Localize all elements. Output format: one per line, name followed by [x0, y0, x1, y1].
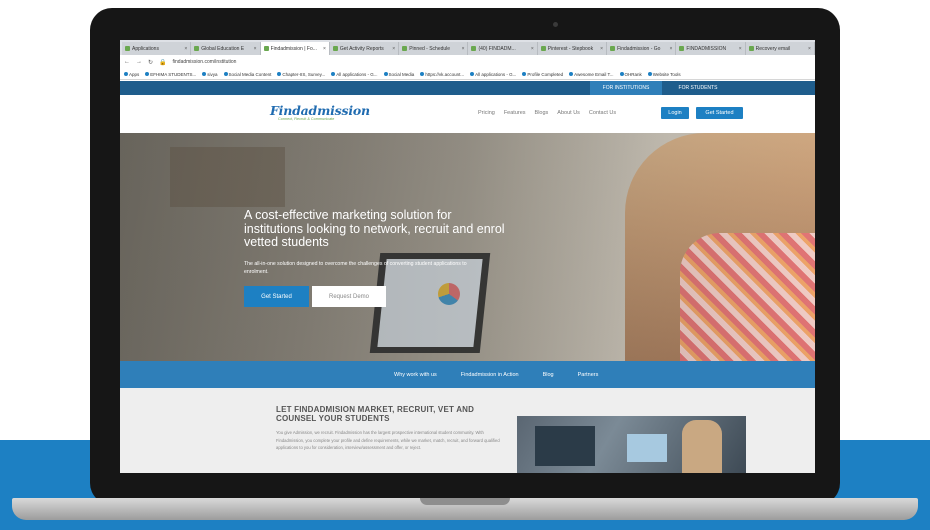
- bookmark-icon: [647, 72, 652, 77]
- forward-arrow-icon[interactable]: →: [136, 59, 142, 65]
- tab-favicon-icon: [402, 46, 408, 51]
- tab-favicon-icon: [679, 46, 685, 51]
- browser-tab[interactable]: Get Activity Reports ×: [329, 42, 400, 55]
- bookmark-icon: [420, 72, 425, 77]
- bookmark-icon: [331, 72, 336, 77]
- audience-switch-bar: FOR INSTITUTIONS FOR STUDENTS: [120, 81, 815, 95]
- bookmarks-bar: Apps EFHIMA STUDENTS... sivya Social Med…: [120, 69, 815, 80]
- section-image: [517, 416, 746, 473]
- for-institutions-tab[interactable]: FOR INSTITUTIONS: [590, 81, 662, 95]
- hero-section: A cost-effective marketing solution for …: [120, 133, 815, 361]
- bookmark-icon: [522, 72, 527, 77]
- tab-favicon-icon: [540, 46, 546, 51]
- section-title: LET FINDADMISION MARKET, RECRUIT, VET AN…: [276, 405, 475, 423]
- bookmark-item[interactable]: Social Media: [383, 72, 414, 77]
- laptop-notch: [420, 498, 510, 505]
- nav-features[interactable]: Features: [504, 110, 526, 116]
- findadmission-logo[interactable]: Findadmission Connect, Recruit & Communi…: [270, 101, 370, 127]
- laptop-screen: Applications × Global Education E × Findad…: [120, 40, 815, 473]
- browser-tab[interactable]: Pinterest - Stepbook ×: [537, 42, 608, 55]
- close-icon[interactable]: ×: [392, 46, 395, 52]
- bookmark-item[interactable]: Apps: [124, 72, 139, 77]
- close-icon[interactable]: ×: [600, 46, 603, 52]
- bookmark-item[interactable]: All applications - G...: [331, 72, 378, 77]
- close-icon[interactable]: ×: [462, 46, 465, 52]
- hero-subtitle: The all-in-one solution designed to over…: [244, 261, 467, 275]
- request-demo-button[interactable]: Request Demo: [312, 286, 386, 307]
- bookmark-item[interactable]: All applications - G...: [470, 72, 516, 77]
- subnav-partners[interactable]: Partners: [578, 372, 599, 378]
- back-arrow-icon[interactable]: ←: [124, 59, 130, 65]
- bookmark-icon: [223, 72, 228, 77]
- tab-favicon-icon: [125, 46, 130, 51]
- tab-favicon-icon: [471, 46, 477, 51]
- tab-favicon-icon: [194, 46, 200, 51]
- bookmark-icon: [569, 72, 574, 77]
- browser-tab[interactable]: Applications ×: [122, 42, 192, 55]
- bookmark-item[interactable]: EFHIMA STUDENTS...: [145, 72, 196, 77]
- nav-pricing[interactable]: Pricing: [478, 110, 495, 116]
- bookmark-icon: [145, 72, 150, 77]
- intro-section: LET FINDADMISION MARKET, RECRUIT, VET AN…: [120, 388, 815, 473]
- browser-tab[interactable]: Recovery email ×: [745, 42, 815, 55]
- bookmark-item[interactable]: Awesome Email T...: [569, 72, 614, 77]
- site-header: Findadmission Connect, Recruit & Communi…: [120, 95, 815, 133]
- browser-tab[interactable]: Global Education E ×: [191, 42, 261, 55]
- nav-contact-us[interactable]: Contact Us: [589, 110, 616, 116]
- bookmark-icon: [124, 72, 128, 77]
- close-icon[interactable]: ×: [323, 46, 326, 52]
- subnav-findadmission-in-action[interactable]: Findadmission in Action: [461, 372, 519, 378]
- mockup-stage: Applications × Global Education E × Findad…: [0, 0, 930, 530]
- tab-favicon-icon: [332, 46, 338, 51]
- bookmark-icon: [619, 72, 624, 77]
- login-button[interactable]: Login: [661, 107, 689, 119]
- close-icon[interactable]: ×: [669, 46, 672, 52]
- main-nav: Pricing Features Blogs About Us Contact …: [478, 110, 616, 116]
- bookmark-item[interactable]: https://vk.account...: [420, 72, 464, 77]
- browser-tab[interactable]: Findadmission - Go ×: [607, 42, 677, 55]
- bookmark-icon: [470, 72, 475, 77]
- nav-blogs[interactable]: Blogs: [535, 110, 549, 116]
- lock-icon: 🔒: [159, 59, 167, 66]
- hero-title: A cost-effective marketing solution for …: [244, 208, 505, 249]
- address-bar-row: ← → ↻ 🔒 findadmission.com/institution: [120, 55, 815, 69]
- close-icon[interactable]: ×: [739, 46, 742, 52]
- browser-tab-active[interactable]: Findadmission | Fo... ×: [260, 42, 330, 55]
- tab-favicon-icon: [610, 46, 616, 51]
- subnav-why-work-with-us[interactable]: Why work with us: [394, 372, 437, 378]
- section-body: You give Admission, we recruit. Findadmi…: [276, 430, 500, 450]
- browser-tab[interactable]: FINDADMISSION ×: [676, 42, 746, 55]
- hero-get-started-button[interactable]: Get Started: [244, 286, 309, 307]
- url-field[interactable]: findadmission.com/institution: [173, 59, 237, 65]
- browser-tab[interactable]: Pinned - Schedule ×: [399, 42, 469, 55]
- laptop-base: [12, 498, 918, 520]
- browser-tab[interactable]: (40) FINDADM... ×: [468, 42, 538, 55]
- close-icon[interactable]: ×: [531, 46, 534, 52]
- subnav-blog[interactable]: Blog: [543, 372, 554, 378]
- bookmark-icon: [277, 72, 282, 77]
- section-nav: Why work with us Findadmission in Action…: [120, 361, 815, 388]
- for-students-tab[interactable]: FOR STUDENTS: [668, 81, 728, 95]
- bookmark-item[interactable]: Chapter-IIS, Survey...: [277, 72, 325, 77]
- bookmark-icon: [202, 72, 207, 77]
- close-icon[interactable]: ×: [184, 46, 187, 52]
- close-icon[interactable]: ×: [254, 46, 257, 52]
- bookmark-item[interactable]: Social Media Content: [223, 72, 271, 77]
- nav-about-us[interactable]: About Us: [557, 110, 580, 116]
- header-get-started-button[interactable]: Get Started: [696, 107, 743, 119]
- browser-tab-strip: Applications × Global Education E × Findad…: [120, 40, 815, 55]
- bookmark-item[interactable]: Website Tools: [647, 72, 681, 77]
- tab-favicon-icon: [748, 46, 754, 51]
- section-image-shape: [627, 434, 667, 462]
- close-icon[interactable]: ×: [808, 46, 811, 52]
- section-image-shape: [682, 420, 722, 473]
- section-image-shape: [535, 426, 595, 466]
- bookmark-item[interactable]: Profile Completed: [522, 72, 563, 77]
- webcam-icon: [553, 22, 558, 27]
- bookmark-icon: [383, 72, 388, 77]
- reload-icon[interactable]: ↻: [148, 59, 153, 66]
- tab-favicon-icon: [263, 46, 269, 51]
- bookmark-item[interactable]: OHRank: [619, 72, 642, 77]
- bookmark-item[interactable]: sivya: [202, 72, 218, 77]
